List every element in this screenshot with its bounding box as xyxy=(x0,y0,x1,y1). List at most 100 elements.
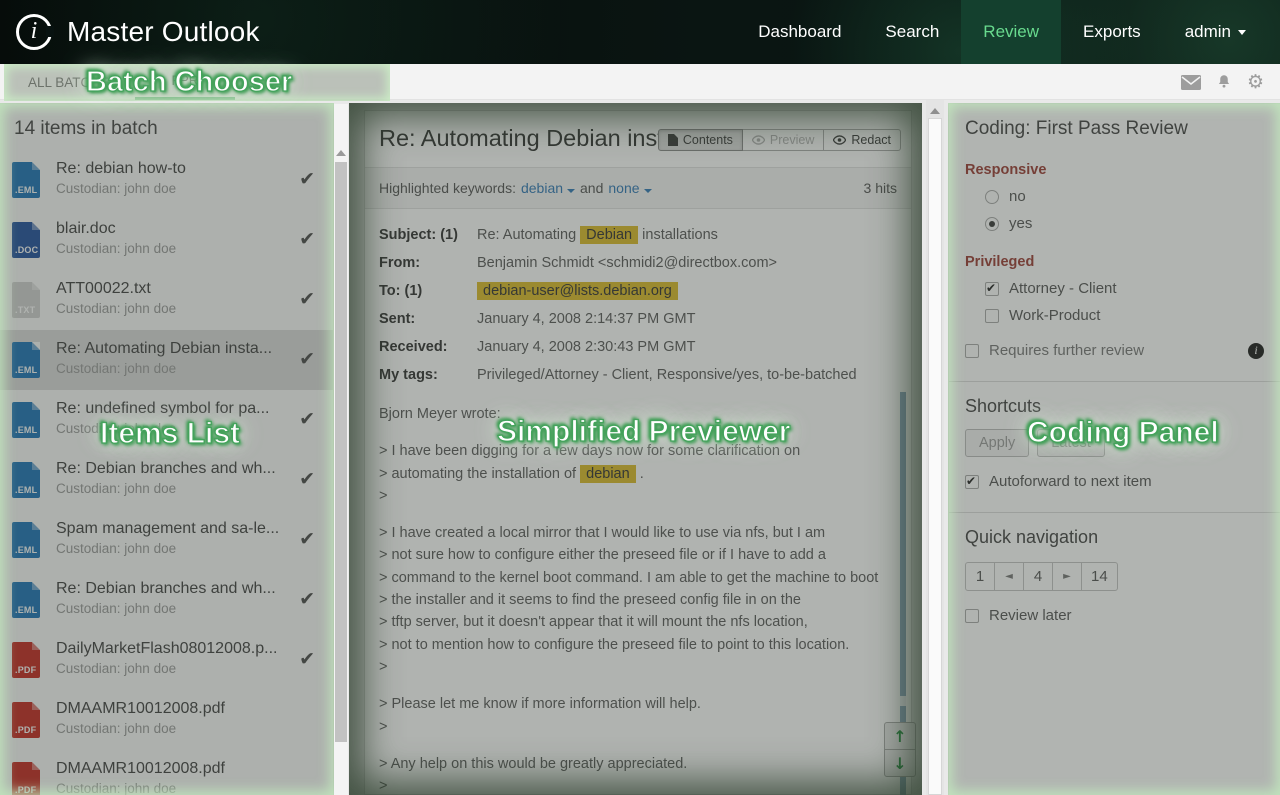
scrollbar-thumb[interactable] xyxy=(928,118,942,795)
nav-admin-menu[interactable]: admin xyxy=(1163,0,1268,64)
list-item[interactable]: .EML Re: undefined symbol for pa... Cust… xyxy=(0,390,333,450)
checkbox-icon[interactable] xyxy=(965,609,979,623)
tab-all-batches[interactable]: ALL BATCHES xyxy=(28,64,118,100)
email-body: Bjorn Meyer wrote:> I have been digging … xyxy=(379,403,897,795)
next-item-button[interactable]: ► xyxy=(1052,562,1082,591)
eye-icon xyxy=(752,135,765,145)
item-title: ATT00022.txt xyxy=(56,280,293,298)
file-type-icon: .EML xyxy=(12,522,40,558)
item-title: DMAAMR10012008.pdf xyxy=(56,760,293,778)
list-item[interactable]: .EML Re: Debian branches and wh... Custo… xyxy=(0,570,333,630)
page-scrollbar[interactable] xyxy=(926,100,944,795)
next-hit-button[interactable]: ↓ xyxy=(884,749,916,777)
item-custodian: Custodian: john doe xyxy=(56,241,293,256)
privileged-heading: Privileged xyxy=(965,254,1264,270)
list-item[interactable]: .PDF DailyMarketFlash08012008.p... Custo… xyxy=(0,630,333,690)
checkbox-icon[interactable] xyxy=(985,309,999,323)
checkbox-icon[interactable] xyxy=(985,282,999,296)
radio-responsive-no[interactable]: no xyxy=(985,188,1264,205)
main-nav: Dashboard Search Review Exports admin xyxy=(736,0,1268,64)
list-item[interactable]: .EML Re: Automating Debian insta... Cust… xyxy=(0,330,333,390)
quick-navigation-heading: Quick navigation xyxy=(965,527,1264,548)
item-custodian: Custodian: john doe xyxy=(56,361,293,376)
list-item[interactable]: .PDF DMAAMR10012008.pdf Custodian: john … xyxy=(0,690,333,750)
simplified-previewer-panel: Re: Automating Debian instal Contents Pr… xyxy=(364,110,912,795)
keyword-highlight: Debian xyxy=(580,226,638,244)
checkbox-autoforward[interactable]: Autoforward to next item xyxy=(965,473,1264,490)
document-icon xyxy=(668,134,678,146)
checkbox-review-later[interactable]: Review later xyxy=(965,607,1264,624)
checkbox-icon[interactable] xyxy=(965,344,979,358)
apply-button[interactable]: Apply xyxy=(965,429,1029,457)
file-type-icon: .PDF xyxy=(12,762,40,795)
radio-icon[interactable] xyxy=(985,217,999,231)
preview-button[interactable]: Preview xyxy=(742,129,824,151)
tab-current-batch[interactable]: FPR xyxy=(135,64,235,100)
app-brand[interactable]: i Master Outlook xyxy=(16,14,260,50)
body-paragraph: > Please let me know if more information… xyxy=(379,693,897,738)
reviewed-check-icon: ✔ xyxy=(299,348,315,370)
checkbox-icon[interactable] xyxy=(965,475,979,489)
radio-icon[interactable] xyxy=(985,190,999,204)
chevron-down-icon xyxy=(567,189,575,193)
page-number-button[interactable]: 14 xyxy=(1081,562,1118,591)
scroll-up-icon[interactable] xyxy=(336,150,346,156)
contents-button[interactable]: Contents xyxy=(658,129,743,151)
item-custodian: Custodian: john doe xyxy=(56,481,293,496)
nav-exports[interactable]: Exports xyxy=(1061,0,1163,64)
page-number-button[interactable]: 4 xyxy=(1023,562,1053,591)
view-mode-buttons: Contents Preview Redact xyxy=(659,129,901,151)
checkbox-requires-further-review[interactable]: Requires further review i xyxy=(965,342,1264,359)
gear-icon[interactable]: ⚙ xyxy=(1247,73,1264,92)
metadata-row: My tags:Privileged/Attorney - Client, Re… xyxy=(379,361,897,389)
metadata-row: Sent:January 4, 2008 2:14:37 PM GMT xyxy=(379,305,897,333)
mail-icon[interactable] xyxy=(1181,75,1201,90)
bell-icon[interactable] xyxy=(1215,73,1233,91)
list-item[interactable]: .DOC blair.doc Custodian: john doe ✔ xyxy=(0,210,333,270)
page-number-button[interactable]: 1 xyxy=(965,562,995,591)
keyword-dropdown-1[interactable]: debian xyxy=(521,180,575,196)
item-title: Re: Debian branches and wh... xyxy=(56,460,293,478)
list-item[interactable]: .EML Re: debian how-to Custodian: john d… xyxy=(0,150,333,210)
list-item[interactable]: .EML Spam management and sa-le... Custod… xyxy=(0,510,333,570)
chevron-down-icon xyxy=(644,189,652,193)
metadata-label: Sent: xyxy=(379,311,477,327)
keyword-highlight: debian xyxy=(580,465,636,483)
list-item[interactable]: .PDF DMAAMR10012008.pdf Custodian: john … xyxy=(0,750,333,795)
checkbox-attorney-client[interactable]: Attorney - Client xyxy=(985,280,1264,297)
reviewed-check-icon: ✔ xyxy=(299,648,315,670)
metadata-label: From: xyxy=(379,255,477,271)
up-arrow-icon: ↑ xyxy=(893,727,906,746)
list-item[interactable]: .EML Re: Debian branches and wh... Custo… xyxy=(0,450,333,510)
redact-button[interactable]: Redact xyxy=(823,129,901,151)
keyword-dropdown-2[interactable]: none xyxy=(608,180,651,196)
responsive-heading: Responsive xyxy=(965,162,1264,178)
list-item[interactable]: .TXT ATT00022.txt Custodian: john doe ✔ xyxy=(0,270,333,330)
radio-responsive-yes[interactable]: yes xyxy=(985,215,1264,232)
previous-hit-button[interactable]: ↑ xyxy=(884,722,916,750)
reviewed-check-icon: ✔ xyxy=(299,468,315,490)
items-list-scrollbar[interactable] xyxy=(334,104,348,795)
metadata-value: debian-user@lists.debian.org xyxy=(477,283,678,299)
keyword-highlight: debian-user@lists.debian.org xyxy=(477,282,678,300)
nav-dashboard[interactable]: Dashboard xyxy=(736,0,863,64)
prev-item-button[interactable]: ◄ xyxy=(994,562,1024,591)
nav-search[interactable]: Search xyxy=(863,0,961,64)
metadata-row: To: (1)debian-user@lists.debian.org xyxy=(379,277,897,305)
info-icon[interactable]: i xyxy=(1248,343,1264,359)
item-title: DMAAMR10012008.pdf xyxy=(56,700,293,718)
scrollbar-thumb[interactable] xyxy=(335,162,347,742)
latest-button[interactable]: Latest xyxy=(1037,429,1105,457)
item-title: Spam management and sa-le... xyxy=(56,520,293,538)
file-type-icon: .DOC xyxy=(12,222,40,258)
checkbox-work-product[interactable]: Work-Product xyxy=(985,307,1264,324)
item-title: Re: undefined symbol for pa... xyxy=(56,400,293,418)
metadata-value: Privileged/Attorney - Client, Responsive… xyxy=(477,367,857,383)
file-type-icon: .PDF xyxy=(12,702,40,738)
scroll-up-icon[interactable] xyxy=(930,108,940,114)
coding-title: Coding: First Pass Review xyxy=(965,118,1264,140)
nav-review[interactable]: Review xyxy=(961,0,1061,64)
item-custodian: Custodian: john doe xyxy=(56,601,293,616)
item-custodian: Custodian: john doe xyxy=(56,541,293,556)
file-type-icon: .EML xyxy=(12,342,40,378)
